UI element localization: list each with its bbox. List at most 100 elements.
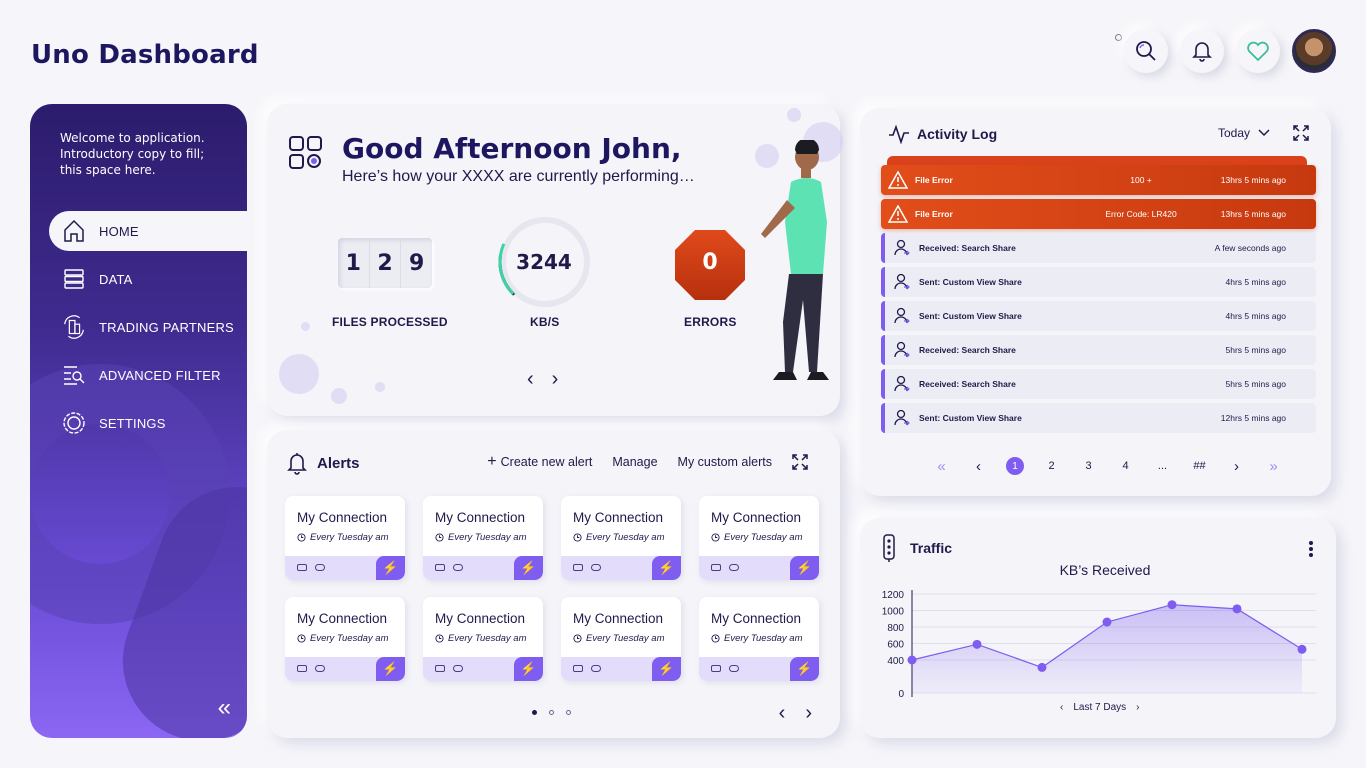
activity-row[interactable]: Sent: Custom View Share 12hrs 5 mins ago xyxy=(881,403,1316,433)
create-alert-label: Create new alert xyxy=(500,455,593,469)
activity-row[interactable]: Received: Search Share A few seconds ago xyxy=(881,233,1316,263)
chevron-left-icon[interactable]: ‹ xyxy=(1060,702,1063,713)
activity-row-error[interactable]: File Error 100 + 13hrs 5 mins ago xyxy=(881,165,1316,195)
collapse-sidebar-button[interactable]: « xyxy=(218,694,231,722)
page-number[interactable]: 2 xyxy=(1033,460,1070,472)
bolt-icon[interactable]: ⚡ xyxy=(652,556,681,580)
page-number-current[interactable]: 1 xyxy=(1006,457,1024,475)
chat-icon[interactable] xyxy=(315,665,325,672)
email-icon[interactable] xyxy=(435,665,445,672)
database-icon xyxy=(61,266,87,292)
chevron-left-icon[interactable]: ‹ xyxy=(779,702,786,725)
sidebar-nav: HOME DATA TRADING PARTNERS ADVANCED FILT… xyxy=(49,211,247,451)
alert-card-title: My Connection xyxy=(435,611,526,626)
alert-card[interactable]: My Connection Every Tuesday am ⚡ xyxy=(423,597,543,681)
bolt-icon[interactable]: ⚡ xyxy=(514,556,543,580)
traffic-card: Traffic KB’s Received 1200 1000 800 600 400 0 … xyxy=(860,518,1336,738)
bolt-icon[interactable]: ⚡ xyxy=(376,657,405,681)
chat-icon[interactable] xyxy=(729,665,739,672)
email-icon[interactable] xyxy=(573,564,583,571)
bolt-icon[interactable]: ⚡ xyxy=(652,657,681,681)
chat-icon[interactable] xyxy=(453,665,463,672)
chevron-right-icon[interactable]: › xyxy=(1136,702,1139,713)
home-icon xyxy=(61,218,87,244)
alert-card[interactable]: My Connection Every Tuesday am ⚡ xyxy=(561,496,681,580)
email-icon[interactable] xyxy=(711,665,721,672)
email-icon[interactable] xyxy=(711,564,721,571)
create-alert-button[interactable]: + Create new alert xyxy=(487,453,592,471)
prev-page-icon[interactable]: ‹ xyxy=(960,458,997,475)
heart-icon xyxy=(1247,41,1269,62)
sidebar-item-label: HOME xyxy=(99,223,139,239)
bolt-icon[interactable]: ⚡ xyxy=(376,556,405,580)
notifications-button[interactable] xyxy=(1180,29,1224,73)
y-tick-label: 0 xyxy=(898,689,904,700)
manage-button[interactable]: Manage xyxy=(612,455,657,469)
activity-row[interactable]: Sent: Custom View Share 4hrs 5 mins ago xyxy=(881,301,1316,331)
app-title: Uno Dashboard xyxy=(31,40,259,70)
alert-card[interactable]: My Connection Every Tuesday am ⚡ xyxy=(285,597,405,681)
chat-icon[interactable] xyxy=(315,564,325,571)
activity-row-error[interactable]: File Error Error Code: LR420 13hrs 5 mins … xyxy=(881,199,1316,229)
expand-icon[interactable] xyxy=(1293,125,1309,141)
page-number[interactable]: ## xyxy=(1181,460,1218,472)
activity-row[interactable]: Received: Search Share 5hrs 5 mins ago xyxy=(881,369,1316,399)
activity-row[interactable]: Sent: Custom View Share 4hrs 5 mins ago xyxy=(881,267,1316,297)
alert-card[interactable]: My Connection Every Tuesday am ⚡ xyxy=(561,597,681,681)
bolt-icon[interactable]: ⚡ xyxy=(514,657,543,681)
search-button[interactable] xyxy=(1124,29,1168,73)
chevron-right-icon[interactable]: › xyxy=(805,702,812,725)
top-toolbar xyxy=(1124,29,1336,73)
user-share-icon xyxy=(894,307,910,324)
email-icon[interactable] xyxy=(435,564,445,571)
chat-icon[interactable] xyxy=(453,564,463,571)
alert-card-schedule: Every Tuesday am xyxy=(573,633,665,644)
files-processed-counter: 1 2 9 xyxy=(338,238,432,288)
next-page-icon[interactable]: › xyxy=(1218,458,1255,475)
avatar[interactable] xyxy=(1292,29,1336,73)
email-icon[interactable] xyxy=(573,665,583,672)
chat-icon[interactable] xyxy=(591,665,601,672)
bolt-icon[interactable]: ⚡ xyxy=(790,657,819,681)
clock-icon xyxy=(573,533,582,542)
alert-card[interactable]: My Connection Every Tuesday am ⚡ xyxy=(699,597,819,681)
clock-icon xyxy=(573,634,582,643)
warning-icon xyxy=(888,205,908,223)
sidebar-item-advanced-filter[interactable]: ADVANCED FILTER xyxy=(49,355,247,395)
range-select[interactable]: Today xyxy=(1218,126,1270,140)
alert-card-footer: ⚡ xyxy=(285,556,405,580)
sidebar-item-settings[interactable]: SETTINGS xyxy=(49,403,247,443)
chevron-right-icon[interactable]: › xyxy=(552,368,559,391)
expand-icon[interactable] xyxy=(792,454,808,470)
page-dot[interactable] xyxy=(549,710,554,715)
custom-alerts-button[interactable]: My custom alerts xyxy=(678,455,772,469)
email-icon[interactable] xyxy=(297,564,307,571)
alert-card[interactable]: My Connection Every Tuesday am ⚡ xyxy=(423,496,543,580)
first-page-icon[interactable]: « xyxy=(923,458,960,475)
chat-icon[interactable] xyxy=(729,564,739,571)
activity-row[interactable]: Received: Search Share 5hrs 5 mins ago xyxy=(881,335,1316,365)
alert-card[interactable]: My Connection Every Tuesday am ⚡ xyxy=(285,496,405,580)
alert-card[interactable]: My Connection Every Tuesday am ⚡ xyxy=(699,496,819,580)
sidebar-item-home[interactable]: HOME xyxy=(49,211,247,251)
page-dot[interactable] xyxy=(532,710,537,715)
page-dot[interactable] xyxy=(566,710,571,715)
favorites-button[interactable] xyxy=(1236,29,1280,73)
clock-icon xyxy=(435,634,444,643)
alert-card-schedule: Every Tuesday am xyxy=(711,532,803,543)
chevron-left-icon[interactable]: ‹ xyxy=(527,368,534,391)
data-point xyxy=(1037,662,1047,672)
email-icon[interactable] xyxy=(297,665,307,672)
page-number[interactable]: ... xyxy=(1144,460,1181,472)
errors-label: ERRORS xyxy=(684,315,737,329)
last-page-icon[interactable]: » xyxy=(1255,458,1292,475)
activity-time: 13hrs 5 mins ago xyxy=(1220,209,1286,219)
y-tick-label: 1000 xyxy=(882,607,905,618)
sidebar-item-trading-partners[interactable]: TRADING PARTNERS xyxy=(49,307,247,347)
bolt-icon[interactable]: ⚡ xyxy=(790,556,819,580)
page-number[interactable]: 4 xyxy=(1107,460,1144,472)
sidebar-item-data[interactable]: DATA xyxy=(49,259,247,299)
activity-name: Sent: Custom View Share xyxy=(919,277,1022,287)
chat-icon[interactable] xyxy=(591,564,601,571)
page-number[interactable]: 3 xyxy=(1070,460,1107,472)
